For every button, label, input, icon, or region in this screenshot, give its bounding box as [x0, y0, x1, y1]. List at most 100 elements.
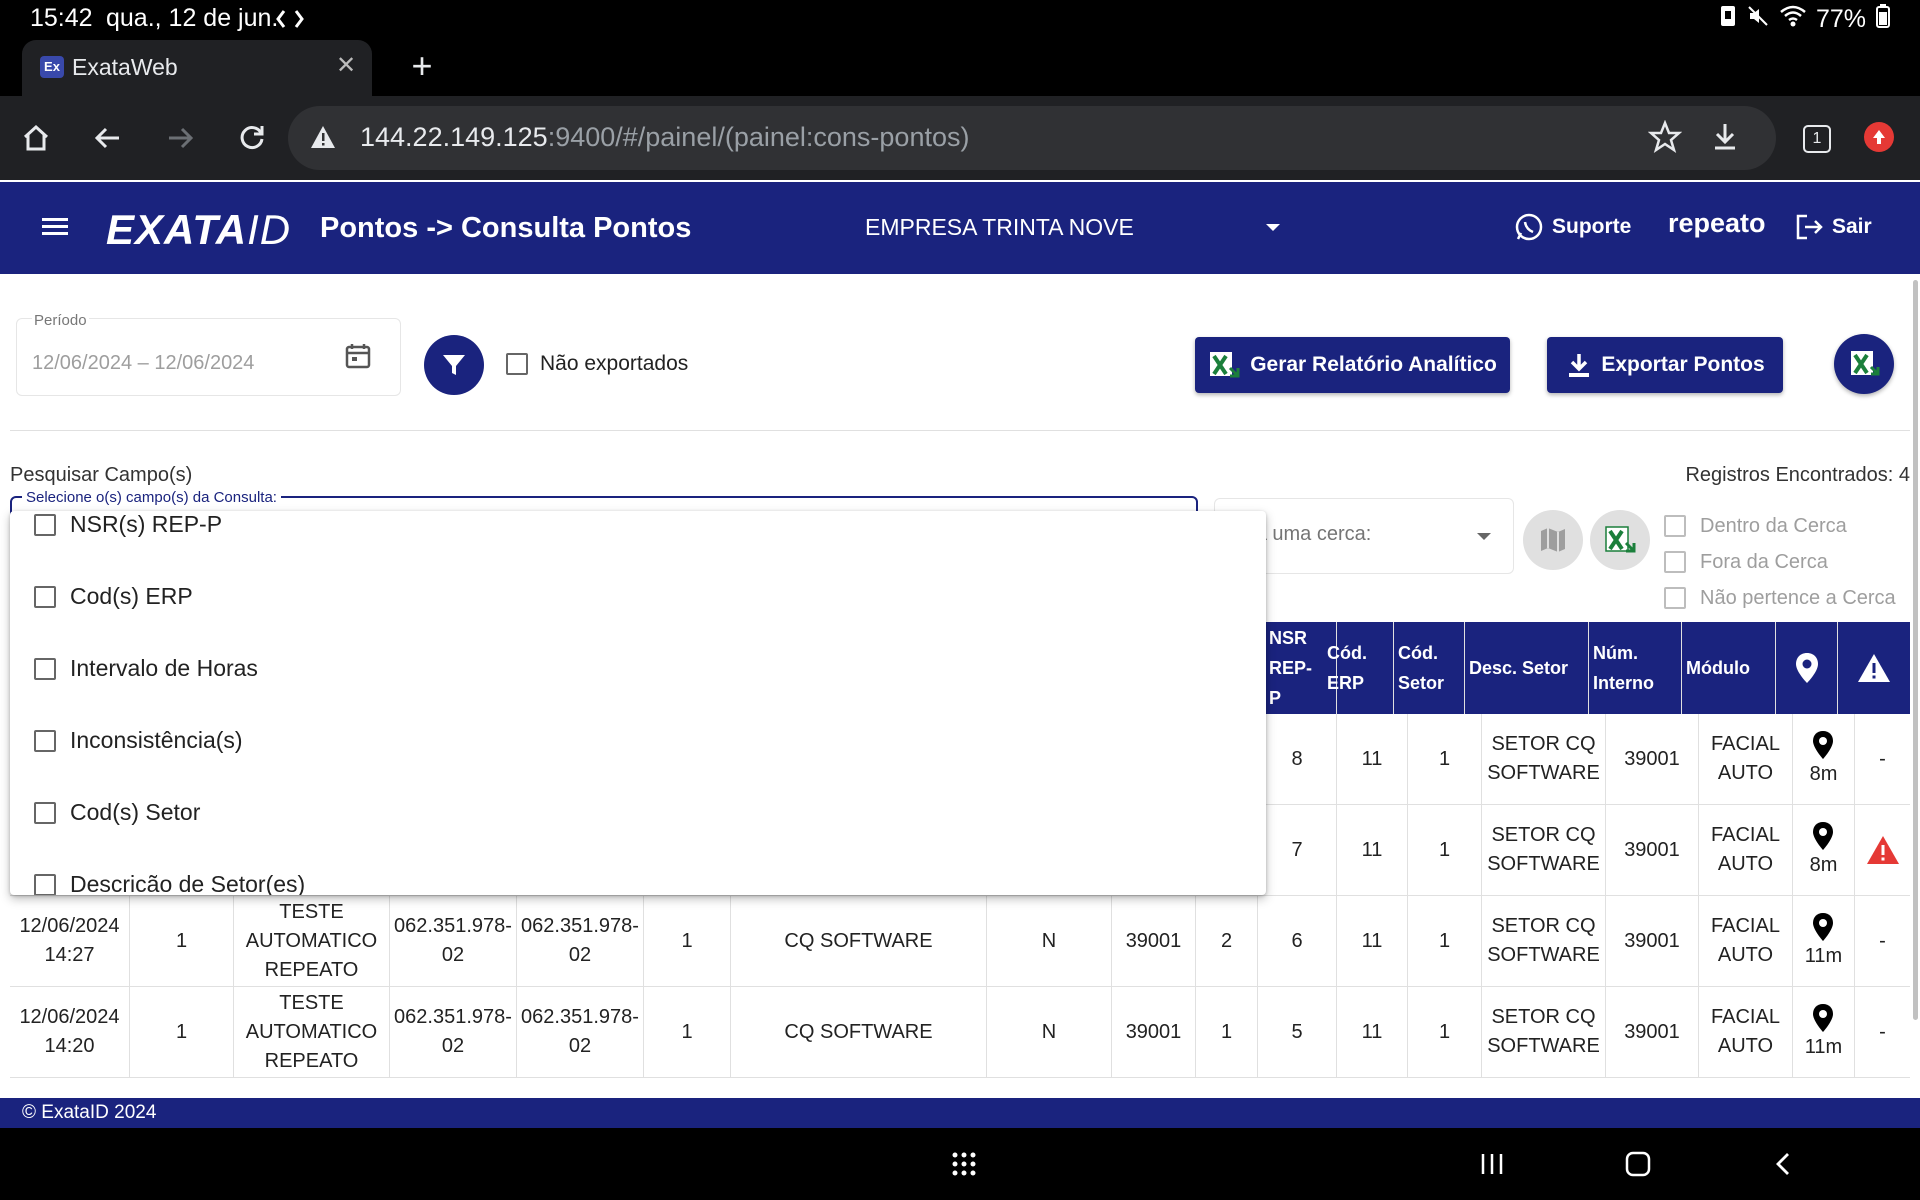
fence-filter-options: Dentro da Cerca Fora da Cerca Não perten… [1664, 508, 1896, 616]
cell-warn: - [1879, 929, 1886, 952]
not-exported-checkbox[interactable]: Não exportados [506, 352, 688, 376]
option-intervalo-horas[interactable]: Intervalo de Horas [34, 655, 258, 682]
battery-percent: 77% [1815, 5, 1866, 33]
cell-num: 39001 [1606, 896, 1699, 986]
search-fields-label: Pesquisar Campo(s) [10, 464, 193, 486]
fence-dropdown-arrow-icon[interactable] [1477, 533, 1491, 540]
th-desc-setor[interactable]: Desc. Setor [1465, 622, 1589, 714]
menu-icon[interactable] [40, 212, 70, 245]
cell-warn: - [1879, 747, 1886, 770]
export-points-button[interactable]: Exportar Pontos [1547, 337, 1783, 393]
cell-mod: FACIAL AUTO [1699, 987, 1793, 1077]
recent-apps-icon[interactable] [1470, 1142, 1514, 1186]
address-bar[interactable]: 144.22.149.125:9400/#/painel/(painel:con… [288, 106, 1776, 170]
status-bar: 15:42 qua., 12 de jun. 77% [0, 0, 1920, 38]
company-select[interactable]: EMPRESA TRINTA NOVE [865, 214, 1134, 241]
not-secure-icon[interactable] [310, 124, 336, 155]
app-drawer-icon[interactable] [942, 1142, 986, 1186]
distance-value: 11m [1804, 1035, 1843, 1058]
browser-tab[interactable]: Ex ExataWeb ✕ [22, 40, 372, 96]
analytic-report-button[interactable]: Gerar Relatório Analítico [1195, 337, 1510, 393]
calendar-icon[interactable] [344, 342, 372, 375]
mute-icon [1746, 4, 1770, 35]
page-title: Pontos -> Consulta Pontos [320, 212, 692, 244]
cell-num: 39001 [1606, 714, 1699, 804]
forward-icon[interactable] [156, 114, 204, 162]
cast-icon [276, 8, 304, 37]
th-cod-setor[interactable]: Cód. Setor [1394, 622, 1465, 714]
table-row[interactable]: 12/06/2024 14:20 1 TESTE AUTOMATICO REPEAT… [10, 987, 1910, 1078]
cell-desc: SETOR CQ SOFTWARE [1482, 805, 1606, 895]
home-nav-icon[interactable] [1616, 1142, 1660, 1186]
option-cod-erp[interactable]: Cod(s) ERP [34, 583, 193, 610]
fence-option-inside[interactable]: Dentro da Cerca [1664, 508, 1896, 544]
cell-name: TESTE AUTOMATICO REPEATO [234, 987, 390, 1077]
clock: 15:42 [30, 4, 93, 32]
warning-icon [1838, 622, 1910, 714]
back-nav-icon[interactable] [1762, 1142, 1806, 1186]
map-button[interactable] [1523, 510, 1583, 570]
checkbox[interactable] [506, 353, 528, 375]
date: qua., 12 de jun. [106, 4, 279, 32]
fence-option-outside[interactable]: Fora da Cerca [1664, 544, 1896, 580]
app-header: EXATAID Pontos -> Consulta Pontos EMPRES… [0, 182, 1920, 274]
close-tab-icon[interactable]: ✕ [330, 50, 362, 82]
th-num-interno[interactable]: Núm. Interno [1589, 622, 1682, 714]
th-cod-erp[interactable]: Cód. ERP [1323, 622, 1394, 714]
option-inconsistencias[interactable]: Inconsistência(s) [34, 727, 243, 754]
download-icon [1569, 354, 1590, 377]
cell-setor: CQ SOFTWARE [731, 987, 987, 1077]
new-tab-icon[interactable]: + [400, 44, 444, 88]
support-link[interactable]: Suporte [1514, 212, 1631, 242]
th-modulo[interactable]: Módulo [1682, 622, 1776, 714]
cell-nsr: 7 [1258, 805, 1337, 895]
fence-option-none[interactable]: Não pertence a Cerca [1664, 580, 1896, 616]
page-scrollbar[interactable] [1913, 280, 1918, 1020]
tab-strip: Ex ExataWeb ✕ + [0, 38, 1920, 96]
option-nsr-rep-p[interactable]: NSR(s) REP-P [34, 511, 222, 538]
cell-date: 12/06/2024 14:20 [10, 987, 130, 1077]
cell-erp: 11 [1337, 805, 1408, 895]
home-icon[interactable] [12, 114, 60, 162]
cell-setor: CQ SOFTWARE [731, 896, 987, 986]
company-dropdown-arrow-icon[interactable] [1266, 224, 1280, 231]
map-icon [1541, 528, 1565, 552]
records-count: Registros Encontrados: 4 [1685, 464, 1910, 486]
location-cell[interactable]: 11m [1793, 987, 1855, 1077]
battery-icon [1876, 4, 1890, 35]
cell-desc: SETOR CQ SOFTWARE [1482, 987, 1606, 1077]
bookmark-star-icon[interactable] [1647, 119, 1683, 159]
logout-button[interactable]: Sair [1794, 212, 1872, 242]
location-pin-icon [1813, 821, 1834, 850]
excel-export-fab[interactable] [1834, 334, 1894, 394]
back-icon[interactable] [84, 114, 132, 162]
location-pin-icon [1813, 730, 1834, 759]
app-logo: EXATAID [106, 206, 292, 253]
url-text: 144.22.149.125:9400/#/painel/(painel:con… [360, 122, 970, 152]
table-row[interactable]: 12/06/2024 14:27 1 TESTE AUTOMATICO REPEAT… [10, 896, 1910, 987]
cell-nsr: 8 [1258, 714, 1337, 804]
fence-excel-button[interactable] [1590, 510, 1650, 570]
cell-erp: 11 [1337, 896, 1408, 986]
field-options-panel: NSR(s) REP-P Cod(s) ERP Intervalo de Hor… [10, 511, 1266, 895]
distance-value: 8m [1809, 853, 1838, 876]
location-cell[interactable]: 11m [1793, 896, 1855, 986]
favicon: Ex [40, 56, 64, 78]
location-cell[interactable]: 8m [1793, 805, 1855, 895]
cell-int: 39001 [1112, 896, 1196, 986]
filter-button[interactable] [424, 335, 484, 395]
download-icon[interactable] [1708, 120, 1742, 159]
excel-icon [1605, 526, 1636, 553]
browser-toolbar: 144.22.149.125:9400/#/painel/(painel:con… [0, 96, 1920, 180]
tab-switcher[interactable]: 1 [1803, 125, 1831, 153]
nfc-icon [1720, 5, 1736, 34]
option-descricao-setor[interactable]: Descricão de Setor(es) [34, 871, 305, 895]
excel-icon [1210, 352, 1240, 378]
period-value[interactable]: 12/06/2024 – 12/06/2024 [32, 352, 254, 375]
location-cell[interactable]: 8m [1793, 714, 1855, 804]
whatsapp-icon [1515, 213, 1543, 241]
option-cod-setor[interactable]: Cod(s) Setor [34, 799, 200, 826]
reload-icon[interactable] [228, 114, 276, 162]
update-icon[interactable] [1864, 122, 1894, 152]
cell-n: N [987, 896, 1112, 986]
